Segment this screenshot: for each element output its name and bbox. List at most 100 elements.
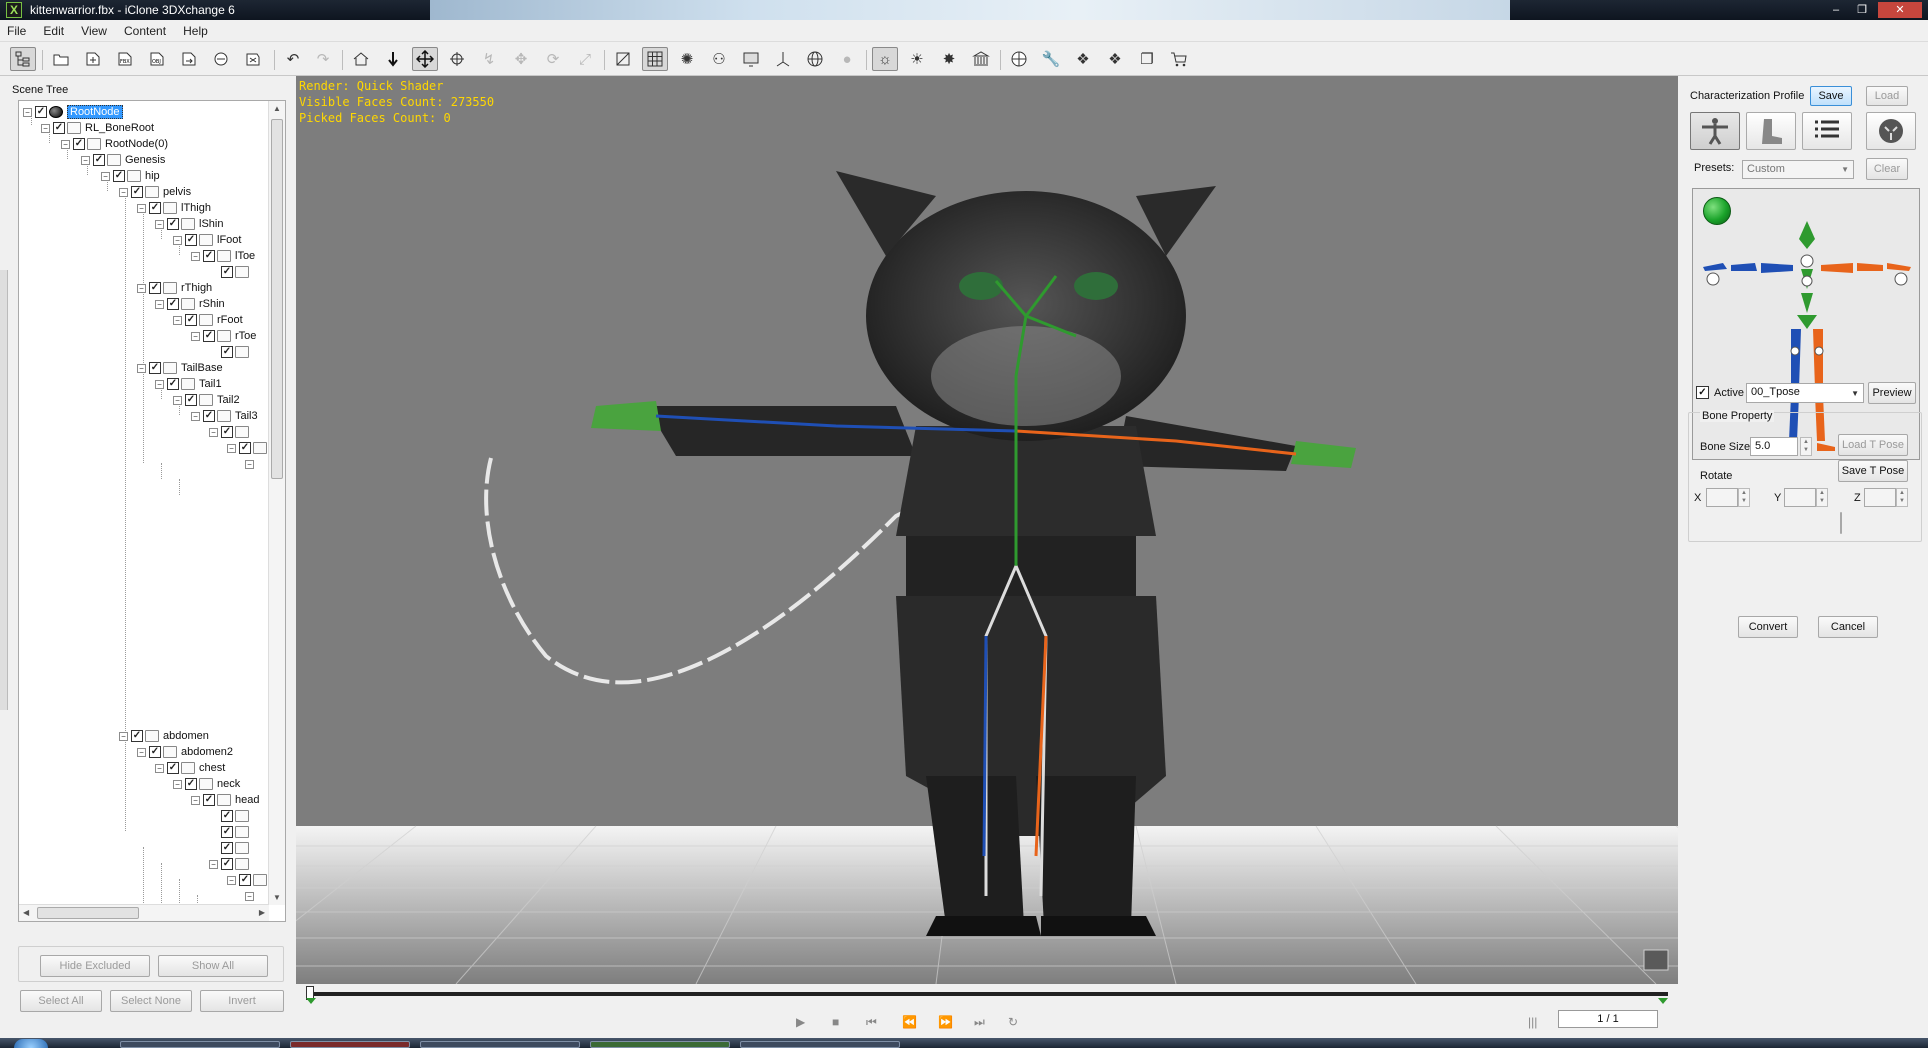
taskbar-item[interactable]	[120, 1041, 280, 1048]
tree-node[interactable]: − ✓ pelvis	[119, 184, 191, 200]
tree-node[interactable]: − ✓ rThigh	[137, 280, 212, 296]
tree-node[interactable]: − ✓ Tail2	[173, 392, 240, 408]
rotate-move-icon[interactable]	[444, 47, 470, 71]
convert-button[interactable]: Convert	[1738, 616, 1798, 638]
tree-node[interactable]: − ✓ neck	[173, 776, 240, 792]
tree-node[interactable]: − ✓ Tail3	[191, 408, 258, 424]
tree-node[interactable]: ✓	[221, 344, 253, 360]
select-all-button[interactable]: Select All	[20, 990, 102, 1012]
menu-file[interactable]: File	[0, 20, 33, 42]
active-checkbox[interactable]: ✓	[1696, 386, 1709, 399]
grid-icon[interactable]	[642, 47, 668, 71]
preview-button[interactable]: Preview	[1868, 382, 1916, 404]
bone-display-icon[interactable]: ✺	[674, 47, 700, 71]
tree-node[interactable]: − ✓ lToe	[191, 248, 255, 264]
tree-node[interactable]: ✓	[221, 808, 253, 824]
save-t-pose-button[interactable]: Save T Pose	[1838, 460, 1908, 482]
museum-icon[interactable]	[968, 47, 994, 71]
tree-node[interactable]: − ✓	[209, 424, 253, 440]
undo-icon[interactable]: ↶	[280, 47, 306, 71]
select-none-button[interactable]: Select None	[110, 990, 192, 1012]
tree-node[interactable]: ✓	[221, 264, 253, 280]
bone-size-stepper[interactable]: ▲ ▼	[1800, 437, 1812, 456]
show-all-button[interactable]: Show All	[158, 955, 268, 977]
play-icon[interactable]: ▶	[796, 1015, 805, 1029]
load-profile-button[interactable]: Load	[1866, 86, 1908, 106]
tree-node[interactable]: − ✓ RL_BoneRoot	[41, 120, 154, 136]
tree-node[interactable]: − ✓ lThigh	[137, 200, 211, 216]
open-folder-icon[interactable]	[48, 47, 74, 71]
mode-face-button[interactable]	[1866, 112, 1916, 150]
minimize-icon[interactable]: –	[1826, 2, 1846, 18]
move-icon[interactable]	[412, 47, 438, 71]
rewind-icon[interactable]: ⏪	[902, 1015, 917, 1029]
pose-dropdown[interactable]: 00_Tpose ▼	[1746, 383, 1864, 403]
tree-node[interactable]: − ✓	[227, 440, 269, 456]
tree-node[interactable]: −	[245, 456, 257, 472]
tools-icon[interactable]: 🔧	[1038, 47, 1064, 71]
import-icon[interactable]	[80, 47, 106, 71]
tree-node[interactable]: − ✓ Genesis	[81, 152, 165, 168]
screen-icon[interactable]	[738, 47, 764, 71]
start-button[interactable]	[14, 1039, 48, 1048]
timeline-track[interactable]	[308, 992, 1668, 996]
menu-content[interactable]: Content	[117, 20, 173, 42]
load-t-pose-button[interactable]: Load T Pose	[1838, 434, 1908, 456]
tree-node[interactable]: − ✓ TailBase	[137, 360, 223, 376]
rotate-z-stepper[interactable]: ▲ ▼	[1896, 488, 1908, 507]
web-icon[interactable]	[1006, 47, 1032, 71]
left-dock-handle[interactable]	[0, 270, 8, 710]
light-icon[interactable]: ☼	[872, 47, 898, 71]
tree-node[interactable]: − ✓ chest	[155, 760, 225, 776]
taskbar-item[interactable]	[740, 1041, 900, 1048]
hide-excluded-button[interactable]: Hide Excluded	[40, 955, 150, 977]
globe-icon[interactable]	[802, 47, 828, 71]
menu-help[interactable]: Help	[176, 20, 215, 42]
sun-icon[interactable]: ☀	[904, 47, 930, 71]
tree-vertical-scrollbar[interactable]: ▲ ▼	[268, 101, 285, 905]
home-icon[interactable]	[348, 47, 374, 71]
scale-icon[interactable]: ⤢	[572, 47, 598, 71]
marketplace-icon[interactable]: ❖	[1102, 47, 1128, 71]
tree-node[interactable]: − ✓ rToe	[191, 328, 256, 344]
rotate-y-input[interactable]	[1784, 488, 1816, 507]
rotate-x-input[interactable]	[1706, 488, 1738, 507]
tree-node[interactable]: −	[245, 888, 257, 904]
tree-node[interactable]: − ✓ hip	[101, 168, 160, 184]
tree-node[interactable]: − ✓ head	[191, 792, 259, 808]
plugin-icon[interactable]: ❖	[1070, 47, 1096, 71]
wireframe-icon[interactable]	[610, 47, 636, 71]
tree-node[interactable]: − ✓ rShin	[155, 296, 225, 312]
tree-node[interactable]: − ✓	[227, 872, 269, 888]
tree-node[interactable]: − ✓ Tail1	[155, 376, 222, 392]
taskbar-item[interactable]	[290, 1041, 410, 1048]
mode-character-button[interactable]	[1690, 112, 1740, 150]
sphere-icon[interactable]: ●	[834, 47, 860, 71]
content-icon[interactable]: ❐	[1134, 47, 1160, 71]
redo-icon[interactable]: ↷	[310, 47, 336, 71]
scene-tree-toggle-icon[interactable]	[10, 47, 36, 71]
move-disabled-icon[interactable]: ✥	[508, 47, 534, 71]
tree-horizontal-scrollbar[interactable]: ◀ ▶	[19, 904, 269, 921]
tree-node[interactable]: − ✓ abdomen2	[137, 744, 233, 760]
invert-button[interactable]: Invert	[200, 990, 284, 1012]
batch-icon[interactable]	[240, 47, 266, 71]
next-frame-icon[interactable]: ⏭	[974, 1015, 985, 1030]
tree-node[interactable]: − ✓ abdomen	[119, 728, 209, 744]
export-fbx-icon[interactable]: FBX	[112, 47, 138, 71]
previous-frame-icon[interactable]: ⏮	[866, 1015, 877, 1030]
tree-node[interactable]: ✓	[221, 824, 253, 840]
stop-icon[interactable]: ■	[832, 1015, 839, 1029]
ik-icon[interactable]: ↯	[476, 47, 502, 71]
export-icon[interactable]	[176, 47, 202, 71]
rotate-icon[interactable]: ⟳	[540, 47, 566, 71]
cancel-button[interactable]: Cancel	[1818, 616, 1878, 638]
maximize-icon[interactable]: ❐	[1852, 2, 1872, 18]
tree-node[interactable]: − ✓ RootNode(0)	[61, 136, 168, 152]
tree-node[interactable]: − ✓ lShin	[155, 216, 223, 232]
tree-node[interactable]: − ✓ RootNode	[23, 104, 123, 120]
publish-icon[interactable]	[208, 47, 234, 71]
mode-bone-button[interactable]	[1746, 112, 1796, 150]
taskbar-item[interactable]	[590, 1041, 730, 1048]
clear-presets-button[interactable]: Clear	[1866, 158, 1908, 180]
